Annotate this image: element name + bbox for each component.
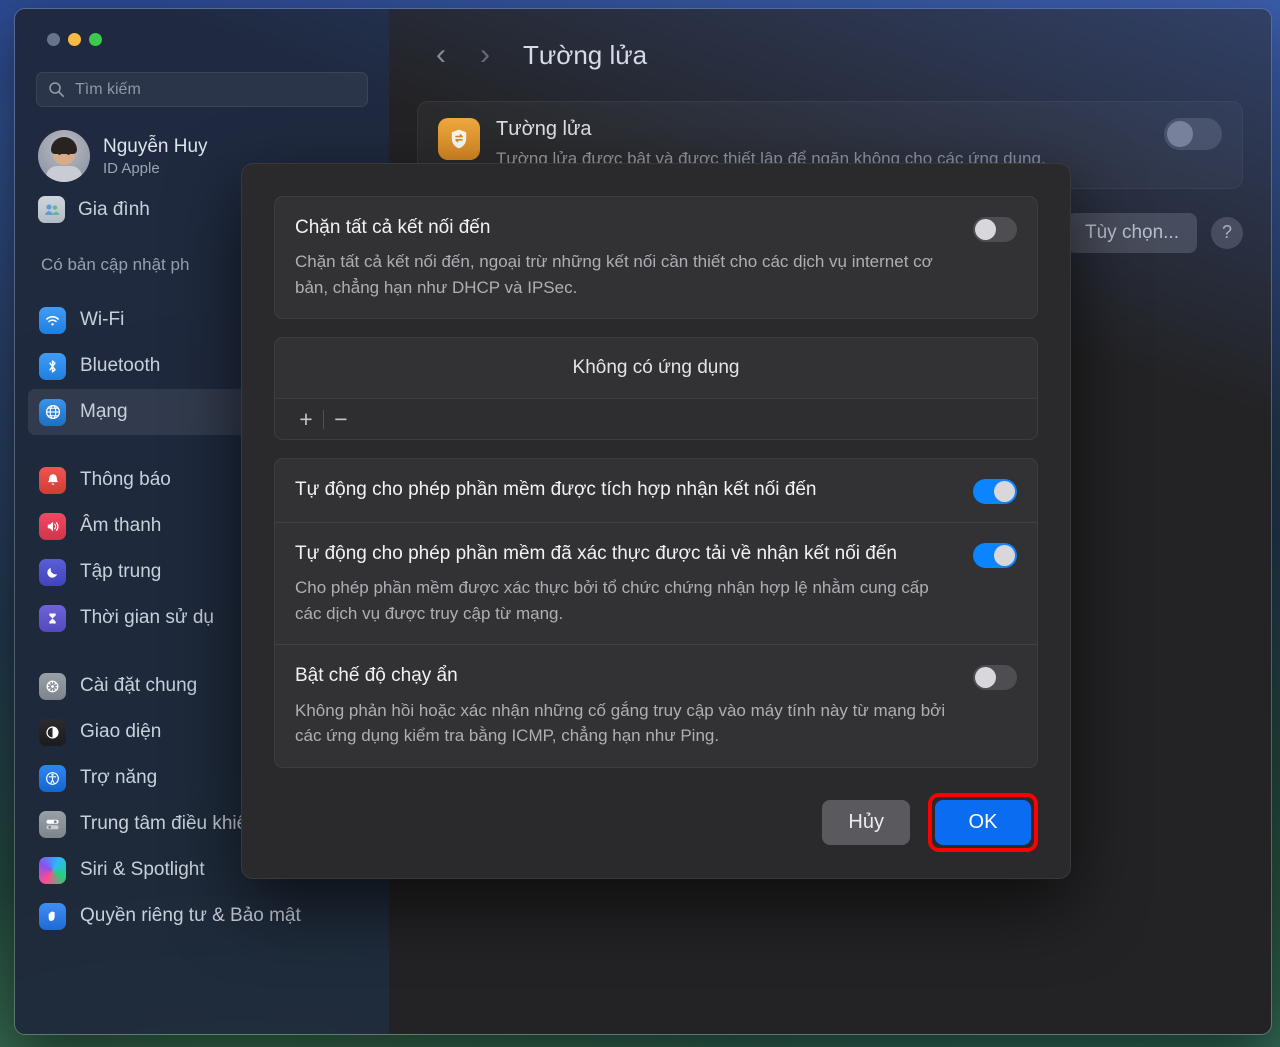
block-all-toggle[interactable] xyxy=(973,217,1017,242)
allow-signed-title: Tự động cho phép phần mềm đã xác thực đư… xyxy=(295,543,897,565)
allow-signed-row: Tự động cho phép phần mềm đã xác thực đư… xyxy=(275,522,1037,644)
help-button[interactable]: ? xyxy=(1211,216,1243,249)
sidebar-item-label: Siri & Spotlight xyxy=(80,859,205,880)
sidebar-item-label: Bluetooth xyxy=(80,355,161,376)
add-app-button[interactable]: + xyxy=(289,407,323,431)
family-label: Gia đình xyxy=(78,198,150,220)
general-gear-icon xyxy=(39,672,66,700)
minimize-button[interactable] xyxy=(68,33,81,46)
app-list-empty-text: Không có ứng dụng xyxy=(572,357,740,379)
privacy-hand-icon xyxy=(39,902,66,930)
sidebar-item-label: Thời gian sử dụ xyxy=(80,607,214,628)
sidebar-item-label: Giao diện xyxy=(80,721,162,742)
block-all-panel: Chặn tất cả kết nối đến Chặn tất cả kết … xyxy=(274,196,1038,320)
chevron-right-icon[interactable]: › xyxy=(467,37,503,73)
appearance-contrast-icon xyxy=(39,718,66,746)
zoom-button[interactable] xyxy=(89,33,102,46)
stealth-mode-title: Bật chế độ chạy ẩn xyxy=(295,665,458,687)
remove-app-button[interactable]: − xyxy=(324,407,358,431)
stealth-mode-toggle[interactable] xyxy=(973,665,1017,691)
app-list-toolbar: + − xyxy=(275,398,1037,440)
search-placeholder: Tìm kiếm xyxy=(75,80,141,98)
auto-allow-panel: Tự động cho phép phần mềm được tích hợp … xyxy=(274,458,1038,768)
block-all-row: Chặn tất cả kết nối đến Chặn tất cả kết … xyxy=(275,197,1037,318)
sidebar-item-label: Thông báo xyxy=(80,469,171,490)
desktop-background: Tìm kiếm Nguyễn Huy ID Apple Gia đình Có xyxy=(0,0,1280,1047)
sidebar-item-label: Quyền riêng tư & Bảo mật xyxy=(80,905,301,926)
block-all-title: Chặn tất cả kết nối đến xyxy=(295,217,491,238)
control-center-icon xyxy=(39,810,66,838)
allow-signed-toggle[interactable] xyxy=(973,543,1017,569)
firewall-shield-icon xyxy=(438,118,480,160)
system-settings-window: Tìm kiếm Nguyễn Huy ID Apple Gia đình Có xyxy=(14,8,1272,1035)
chevron-left-icon[interactable]: ‹ xyxy=(423,37,459,73)
close-button[interactable] xyxy=(47,33,60,46)
allow-builtin-row: Tự động cho phép phần mềm được tích hợp … xyxy=(275,459,1037,522)
sound-speaker-icon xyxy=(39,512,66,540)
accessibility-icon xyxy=(39,764,66,792)
sidebar-item-label: Tập trung xyxy=(80,561,162,582)
wifi-icon xyxy=(39,306,66,334)
avatar xyxy=(38,130,90,182)
sidebar-item-label: Trung tâm điều khiển xyxy=(80,813,258,834)
pane-toolbar: ‹ › Tường lửa xyxy=(417,9,1243,101)
firewall-options-dialog: Chặn tất cả kết nối đến Chặn tất cả kết … xyxy=(241,163,1071,879)
ok-button[interactable]: OK xyxy=(935,800,1031,845)
app-list-panel: Không có ứng dụng + − xyxy=(274,337,1038,441)
account-name: Nguyễn Huy xyxy=(103,135,208,157)
block-all-description: Chặn tất cả kết nối đến, ngoại trừ những… xyxy=(295,252,933,297)
sidebar-item-label: Trợ năng xyxy=(80,767,158,788)
siri-icon xyxy=(39,856,66,884)
allow-signed-description: Cho phép phần mềm được xác thực bởi tổ c… xyxy=(295,578,929,623)
firewall-main-toggle[interactable] xyxy=(1164,118,1222,150)
sidebar-item-label: Mạng xyxy=(80,401,128,422)
sidebar-item-privacy-security[interactable]: Quyền riêng tư & Bảo mật xyxy=(28,893,376,939)
allow-builtin-toggle[interactable] xyxy=(973,479,1017,505)
sidebar-item-label: Wi-Fi xyxy=(80,309,125,330)
cancel-button[interactable]: Hủy xyxy=(822,800,910,845)
notifications-bell-icon xyxy=(39,466,66,494)
firewall-card-title: Tường lửa xyxy=(496,118,592,140)
search-input[interactable]: Tìm kiếm xyxy=(36,72,368,107)
bluetooth-icon xyxy=(39,352,66,380)
account-subtitle: ID Apple xyxy=(103,159,160,177)
sidebar-item-label: Cài đặt chung xyxy=(80,675,198,696)
screen-time-hourglass-icon xyxy=(39,604,66,632)
window-traffic-lights xyxy=(27,9,377,46)
stealth-mode-row: Bật chế độ chạy ẩn Không phản hồi hoặc x… xyxy=(275,644,1037,766)
ok-button-highlight: OK xyxy=(928,793,1038,852)
dialog-footer: Hủy OK xyxy=(822,793,1038,852)
stealth-mode-description: Không phản hồi hoặc xác nhận những cố gắ… xyxy=(295,700,946,746)
sidebar-item-label: Âm thanh xyxy=(80,515,162,536)
focus-moon-icon xyxy=(39,558,66,586)
network-globe-icon xyxy=(39,398,66,426)
family-icon xyxy=(38,196,65,223)
search-icon xyxy=(49,82,65,98)
options-button[interactable]: Tùy chọn... xyxy=(1067,212,1197,253)
allow-builtin-title: Tự động cho phép phần mềm được tích hợp … xyxy=(295,479,817,501)
page-title: Tường lửa xyxy=(523,39,648,70)
